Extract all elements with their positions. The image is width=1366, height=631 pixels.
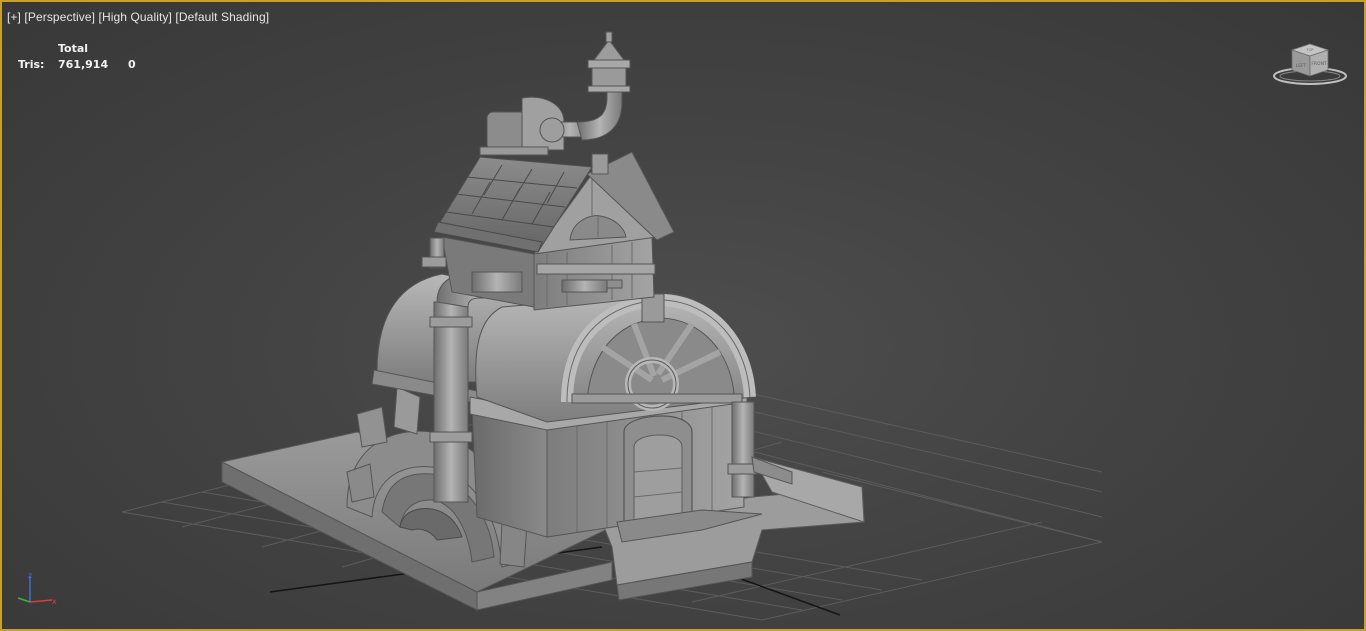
- perspective-viewport[interactable]: [+] [Perspective] [High Quality] [Defaul…: [0, 0, 1366, 631]
- stats-tris-label: Tris:: [18, 58, 45, 71]
- viewcube-face-top: TOP: [1305, 48, 1313, 52]
- axis-tripod-icon: z x: [17, 571, 57, 606]
- axis-x-label: x: [52, 597, 57, 606]
- viewport-pov-menu[interactable]: [Perspective]: [24, 10, 95, 24]
- x-axis-line: [29, 599, 53, 603]
- stats-tris-total: 761,914: [58, 58, 109, 71]
- axis-z-label: z: [28, 571, 32, 580]
- viewcube-face-front: FRONT: [1311, 61, 1327, 67]
- viewport-shading-menu[interactable]: [Default Shading]: [175, 10, 269, 24]
- viewcube-icon[interactable]: LEFT FRONT TOP: [1270, 40, 1350, 90]
- viewcube-face-left: LEFT: [1296, 63, 1307, 69]
- main-dome: [475, 292, 756, 423]
- viewport-general-menu[interactable]: [+]: [7, 10, 21, 24]
- viewport-quality-menu[interactable]: [High Quality]: [99, 10, 172, 24]
- viewport-label-menu: [+] [Perspective] [High Quality] [Defaul…: [7, 10, 269, 24]
- chimney: [576, 31, 631, 141]
- stats-header: Total: [58, 42, 89, 55]
- stats-tris-selected: 0: [128, 58, 136, 71]
- scene-canvas[interactable]: [2, 2, 1364, 629]
- roof-machinery: [479, 96, 593, 156]
- y-axis-line: [17, 597, 31, 603]
